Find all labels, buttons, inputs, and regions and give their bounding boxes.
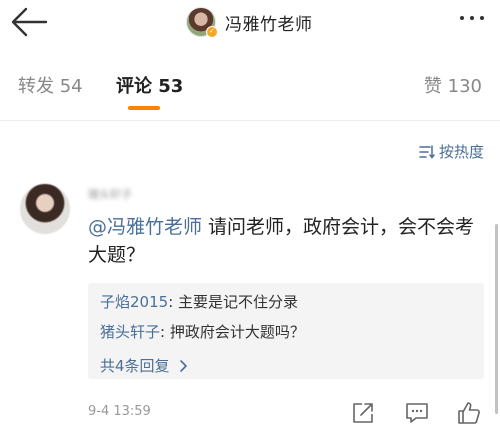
back-button[interactable] bbox=[8, 4, 50, 40]
header-title-group[interactable]: ✓ 冯雅竹老师 bbox=[186, 5, 313, 39]
tab-bar: 转发 54 评论 53 赞 130 bbox=[0, 62, 500, 112]
page-title: 冯雅竹老师 bbox=[225, 14, 313, 35]
like-icon bbox=[458, 402, 480, 424]
verified-badge-icon: ✓ bbox=[206, 26, 218, 38]
share-button[interactable] bbox=[350, 400, 376, 426]
more-dot bbox=[480, 16, 484, 20]
view-all-replies-link[interactable]: 共4条回复 bbox=[100, 355, 190, 376]
chevron-right-icon bbox=[179, 359, 187, 372]
comment-icon bbox=[406, 403, 428, 423]
reply-item: 子焰2015: 主要是记不住分录 bbox=[100, 291, 298, 312]
divider bbox=[0, 120, 500, 121]
more-dots-icon bbox=[460, 16, 464, 20]
like-button[interactable] bbox=[456, 400, 482, 426]
sort-label: 按热度 bbox=[438, 143, 484, 161]
share-icon bbox=[353, 403, 373, 423]
top-bar: ✓ 冯雅竹老师 bbox=[0, 0, 500, 46]
replies-box[interactable]: 子焰2015: 主要是记不住分录 猪头轩子: 押政府会计大题吗？ 共4条回复 bbox=[88, 283, 484, 379]
reply-text: 押政府会计大题吗？ bbox=[169, 323, 305, 341]
reply-item: 猪头轩子: 押政府会计大题吗？ bbox=[100, 321, 305, 342]
tab-repost[interactable]: 转发 54 bbox=[18, 72, 83, 98]
arrow-left-icon bbox=[11, 7, 48, 37]
active-tab-indicator bbox=[128, 106, 160, 110]
mention-link[interactable]: @冯雅竹老师 bbox=[88, 216, 202, 238]
scrollbar[interactable] bbox=[495, 224, 498, 414]
comment-text: @冯雅竹老师 请问老师，政府会计，会不会考大题？ bbox=[88, 213, 488, 269]
reply-author[interactable]: 子焰2015 bbox=[100, 293, 168, 311]
tab-comments[interactable]: 评论 53 bbox=[116, 72, 183, 98]
tab-likes[interactable]: 赞 130 bbox=[424, 72, 482, 98]
more-dot bbox=[470, 16, 474, 20]
reply-text: 主要是记不住分录 bbox=[178, 293, 299, 311]
reply-author[interactable]: 猪头轩子 bbox=[100, 323, 160, 341]
reply-separator: : bbox=[160, 323, 170, 341]
more-button[interactable] bbox=[460, 12, 484, 24]
commenter-username[interactable]: 猪头轩子 bbox=[88, 186, 132, 202]
more-replies-label: 共4条回复 bbox=[100, 357, 170, 375]
comment-button[interactable] bbox=[404, 400, 430, 426]
reply-separator: : bbox=[168, 293, 179, 311]
author-avatar[interactable]: ✓ bbox=[186, 7, 218, 38]
comment-page: ✓ 冯雅竹老师 转发 54 评论 53 赞 130 按热度 猪头轩子 @冯雅竹老… bbox=[0, 0, 500, 438]
commenter-avatar[interactable] bbox=[20, 184, 70, 234]
sort-by-hot-button[interactable]: 按热度 bbox=[419, 141, 484, 162]
comment-date: 9-4 13:59 bbox=[88, 404, 151, 419]
sort-lines-icon bbox=[419, 144, 435, 159]
